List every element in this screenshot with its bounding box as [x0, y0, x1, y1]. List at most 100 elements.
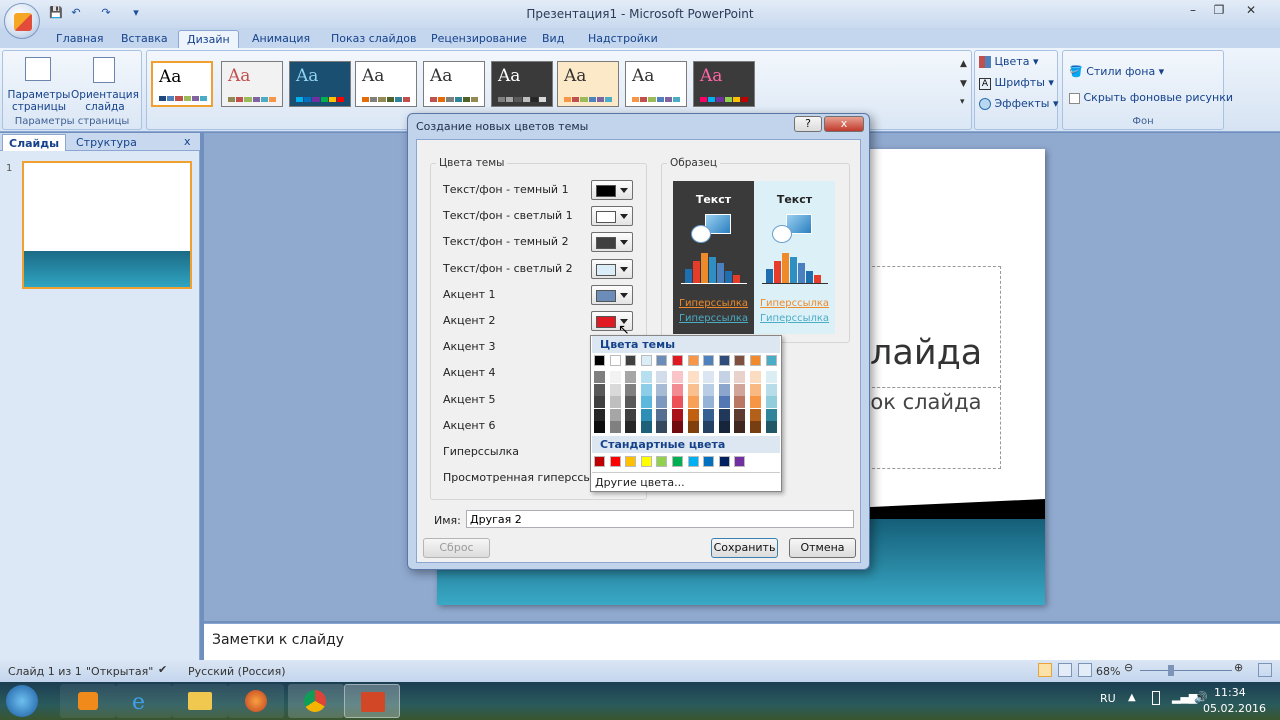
theme-shade-cell[interactable]	[625, 383, 637, 396]
clock-date[interactable]: 05.02.2016	[1203, 702, 1266, 715]
theme-shade-cell[interactable]	[750, 396, 761, 409]
theme-shade-cell[interactable]	[703, 408, 715, 421]
theme-shade-cell[interactable]	[734, 371, 746, 383]
tab-slideshow[interactable]: Показ слайдов	[323, 30, 425, 48]
theme-color-cell[interactable]	[718, 355, 730, 366]
theme-shade-cell[interactable]	[594, 396, 605, 409]
background-styles-button[interactable]: 🪣 Стили фона ▾	[1069, 65, 1164, 83]
theme-shade-cell[interactable]	[765, 408, 777, 421]
tab-slides[interactable]: Слайды	[2, 134, 67, 151]
theme-color-cell[interactable]	[750, 355, 761, 366]
theme-shade-cell[interactable]	[625, 371, 637, 383]
theme-shade-cell[interactable]	[718, 421, 730, 434]
zoom-slider[interactable]	[1140, 670, 1232, 671]
theme-shade-cell[interactable]	[687, 408, 699, 421]
standard-color-cell[interactable]	[718, 456, 730, 467]
theme-thumbnail[interactable]: Aa	[557, 61, 619, 107]
theme-color-cell[interactable]	[609, 355, 621, 366]
zoom-thumb[interactable]	[1168, 665, 1174, 676]
theme-shade-cell[interactable]	[672, 396, 683, 409]
dialog-close-button[interactable]: x	[824, 116, 864, 132]
fonts-button[interactable]: A Шрифты ▾	[979, 76, 1054, 94]
theme-shade-cell[interactable]	[734, 421, 746, 434]
theme-shade-cell[interactable]	[672, 371, 683, 383]
standard-color-cell[interactable]	[672, 456, 683, 467]
theme-shade-cell[interactable]	[718, 396, 730, 409]
hide-bg-checkbox[interactable]: Скрыть фоновые рисунки	[1069, 91, 1233, 109]
theme-shade-cell[interactable]	[687, 383, 699, 396]
sorter-view-icon[interactable]	[1058, 663, 1072, 677]
notes-pane[interactable]: Заметки к слайду	[204, 623, 1280, 660]
tab-animation[interactable]: Анимация	[244, 30, 318, 48]
theme-shade-cell[interactable]	[609, 383, 621, 396]
theme-thumbnail[interactable]: Aa	[423, 61, 485, 107]
theme-thumbnail[interactable]: Aa	[355, 61, 417, 107]
zoom-level[interactable]: 68%	[1096, 665, 1120, 678]
theme-shade-cell[interactable]	[625, 408, 637, 421]
effects-button[interactable]: Эффекты ▾	[979, 97, 1059, 115]
theme-color-cell[interactable]	[765, 355, 777, 366]
standard-color-cell[interactable]	[625, 456, 637, 467]
standard-color-cell[interactable]	[703, 456, 715, 467]
explorer-icon[interactable]	[172, 684, 228, 718]
theme-color-cell[interactable]	[656, 355, 668, 366]
color-picker-button[interactable]	[591, 206, 633, 227]
theme-shade-cell[interactable]	[718, 408, 730, 421]
theme-name-input[interactable]	[466, 510, 854, 528]
color-picker-button[interactable]	[591, 284, 633, 305]
theme-shade-cell[interactable]	[765, 396, 777, 409]
theme-shade-cell[interactable]	[750, 408, 761, 421]
theme-shade-cell[interactable]	[640, 371, 652, 383]
color-picker-button[interactable]	[591, 232, 633, 253]
ie-icon[interactable]: e	[116, 684, 172, 718]
theme-shade-cell[interactable]	[703, 421, 715, 434]
media-player-icon[interactable]	[60, 684, 116, 718]
theme-shade-cell[interactable]	[594, 371, 605, 383]
theme-shade-cell[interactable]	[765, 383, 777, 396]
battery-icon[interactable]	[1152, 691, 1160, 705]
tab-home[interactable]: Главная	[48, 30, 112, 48]
start-button[interactable]	[6, 685, 38, 717]
title-placeholder[interactable]: лайда	[857, 266, 1001, 388]
close-window-icon[interactable]: ✕	[1238, 1, 1264, 19]
theme-shade-cell[interactable]	[609, 396, 621, 409]
theme-shade-cell[interactable]	[609, 371, 621, 383]
spellcheck-icon[interactable]: ✔	[158, 663, 167, 676]
save-button[interactable]: Сохранить	[711, 538, 778, 558]
theme-shade-cell[interactable]	[734, 396, 746, 409]
gallery-down-icon[interactable]: ▼	[960, 79, 967, 89]
theme-shade-cell[interactable]	[594, 383, 605, 396]
subtitle-placeholder[interactable]: вок слайда	[857, 387, 1001, 469]
tray-arrow-icon[interactable]: ▲	[1128, 692, 1136, 703]
powerpoint-task-icon[interactable]	[344, 684, 400, 718]
tab-view[interactable]: Вид	[534, 30, 572, 48]
theme-color-cell[interactable]	[672, 355, 683, 366]
theme-shade-cell[interactable]	[672, 421, 683, 434]
theme-shade-cell[interactable]	[594, 408, 605, 421]
theme-color-cell[interactable]	[594, 355, 605, 366]
help-button[interactable]: ?	[794, 116, 822, 132]
color-picker-button[interactable]	[591, 180, 633, 200]
fit-window-icon[interactable]	[1258, 663, 1272, 677]
normal-view-icon[interactable]	[1038, 663, 1052, 677]
close-pane-icon[interactable]: x	[184, 135, 191, 148]
theme-shade-cell[interactable]	[594, 421, 605, 434]
theme-shade-cell[interactable]	[703, 396, 715, 409]
clock-time[interactable]: 11:34	[1214, 686, 1246, 699]
theme-thumbnail[interactable]: Aa	[693, 61, 755, 107]
office-button[interactable]	[4, 3, 40, 39]
standard-color-cell[interactable]	[734, 456, 746, 467]
theme-shade-cell[interactable]	[765, 371, 777, 383]
gallery-up-icon[interactable]: ▲	[960, 59, 967, 69]
theme-shade-cell[interactable]	[656, 421, 668, 434]
theme-shade-cell[interactable]	[640, 408, 652, 421]
theme-shade-cell[interactable]	[734, 383, 746, 396]
theme-shade-cell[interactable]	[672, 408, 683, 421]
standard-color-cell[interactable]	[640, 456, 652, 467]
gallery-more-icon[interactable]: ▾	[960, 97, 965, 107]
theme-color-cell[interactable]	[687, 355, 699, 366]
theme-shade-cell[interactable]	[640, 383, 652, 396]
zoom-out-icon[interactable]: ⊖	[1124, 661, 1133, 674]
page-setup-button[interactable]: Параметры страницы	[7, 89, 71, 113]
tab-addins[interactable]: Надстройки	[580, 30, 666, 48]
